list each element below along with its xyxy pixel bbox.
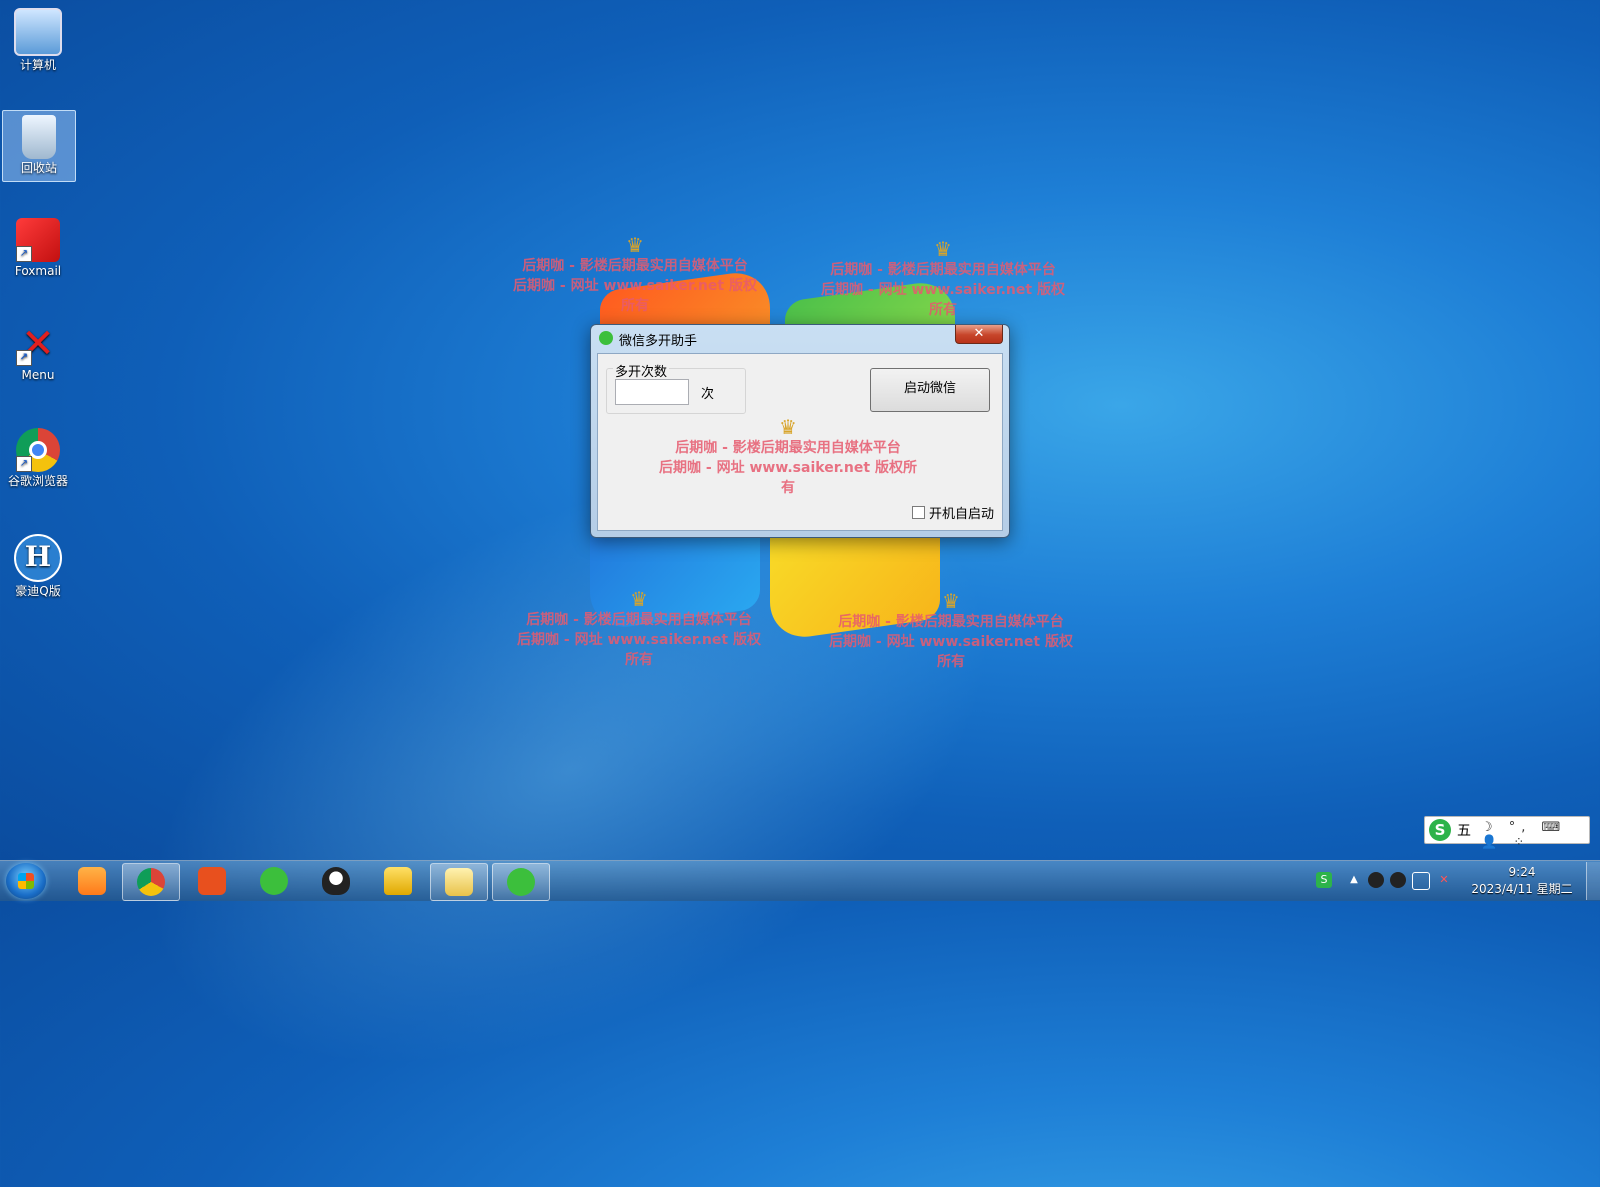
desktop-icon-label: 回收站 [20, 161, 57, 175]
watermark: ♛ 后期咖 - 影楼后期最实用自媒体平台 后期咖 - 网址 www.saiker… [512, 588, 766, 670]
taskbar-wechat[interactable] [246, 863, 302, 899]
desktop-icon-label: 计算机 [19, 58, 56, 72]
count-unit-label: 次 [701, 387, 715, 402]
play-icon [198, 867, 226, 895]
sogou-logo-icon[interactable]: S [1429, 819, 1451, 841]
watermark-line: 后期咖 - 网址 www.saiker.net 版权所有 [829, 634, 1073, 670]
watermark-line: 后期咖 - 影楼后期最实用自媒体平台 [522, 258, 748, 274]
dialog-titlebar[interactable]: 微信多开助手 ✕ [591, 325, 1009, 351]
open-count-group: 多开次数 次 [606, 361, 746, 414]
chrome-icon [137, 868, 165, 896]
shortcut-arrow-icon: ↗ [16, 456, 32, 472]
computer-icon [14, 8, 62, 56]
show-desktop-button[interactable] [1586, 862, 1600, 900]
desktop-icon-label: Menu [21, 368, 55, 382]
taskbar-explorer[interactable] [430, 863, 488, 901]
ime-mode[interactable]: 五 [1457, 820, 1471, 840]
recycle-bin-icon [22, 115, 56, 159]
shortcut-arrow-icon: ↗ [16, 246, 32, 262]
show-hidden-icons-chevron-icon[interactable]: ▲ [1346, 872, 1362, 888]
taskbar-wechat-running[interactable] [492, 863, 550, 901]
sogou-tray-icon[interactable]: S [1316, 872, 1332, 888]
system-tray: S ▲ ✕ [1316, 868, 1476, 894]
watermark-line: 后期咖 - 影楼后期最实用自媒体平台 [675, 440, 901, 456]
windows-logo-icon [18, 873, 34, 889]
watermark-line: 后期咖 - 网址 www.saiker.net 版权所有 [513, 278, 757, 314]
wechat-icon [507, 868, 535, 896]
crown-icon: ♛ [779, 415, 797, 439]
launch-wechat-button[interactable]: 启动微信 [870, 368, 990, 412]
desktop-icon-label: Foxmail [14, 264, 62, 278]
clock[interactable]: 9:24 2023/4/11 星期二 [1470, 864, 1574, 898]
desktop-icon-foxmail[interactable]: ↗ Foxmail [2, 214, 74, 284]
crown-icon: ♛ [942, 589, 960, 613]
red-x-icon: ✕ ↗ [16, 322, 60, 366]
desktop-icon-label: 豪迪Q版 [15, 584, 61, 598]
watermark: ♛ 后期咖 - 影楼后期最实用自媒体平台 后期咖 - 网址 www.saiker… [816, 238, 1070, 320]
volume-muted-icon[interactable]: ✕ [1436, 872, 1452, 888]
wechat-icon [260, 867, 288, 895]
watermark-line: 后期咖 - 影楼后期最实用自媒体平台 [838, 614, 1064, 630]
crown-icon: ♛ [626, 233, 644, 257]
dialog-client-area: 多开次数 次 启动微信 ♛ 后期咖 - 影楼后期最实用自媒体平台 后期咖 - 网… [597, 353, 1003, 531]
chrome-icon: ↗ [16, 428, 60, 472]
uc-browser-icon [78, 867, 106, 895]
watermark-line: 后期咖 - 影楼后期最实用自媒体平台 [830, 262, 1056, 278]
watermark-line: 后期咖 - 网址 www.saiker.net 版权所有 [821, 282, 1065, 318]
lock-icon [384, 867, 412, 895]
autostart-label: 开机自启动 [928, 507, 994, 522]
watermark: ♛ 后期咖 - 影楼后期最实用自媒体平台 后期咖 - 网址 www.saiker… [658, 416, 918, 498]
wechat-multi-open-dialog: 微信多开助手 ✕ 多开次数 次 启动微信 ♛ 后期咖 - 影楼后期最实用自媒体平… [590, 324, 1010, 538]
desktop-icon-label: 谷歌浏览器 [7, 474, 68, 488]
checkbox-box[interactable] [911, 506, 925, 519]
qq-tray-icon[interactable] [1390, 872, 1406, 888]
crown-icon: ♛ [630, 587, 648, 611]
desktop-icon-menu[interactable]: ✕ ↗ Menu [2, 318, 74, 388]
qq-penguin-icon [322, 867, 350, 895]
h-logo-icon: H [14, 534, 62, 582]
taskbar-uc-browser[interactable] [64, 863, 120, 899]
desktop-icon-haodi[interactable]: H 豪迪Q版 [2, 530, 74, 600]
taskbar-qq[interactable] [308, 863, 364, 899]
shortcut-arrow-icon: ↗ [16, 350, 32, 366]
watermark-line: 后期咖 - 影楼后期最实用自媒体平台 [526, 612, 752, 628]
open-count-label: 多开次数 [613, 361, 670, 380]
folder-icon [445, 868, 473, 896]
watermark-line: 后期咖 - 网址 www.saiker.net 版权所有 [517, 632, 761, 668]
open-count-input[interactable] [615, 379, 689, 405]
clock-time: 9:24 [1508, 865, 1536, 879]
watermark-line: 后期咖 - 网址 www.saiker.net 版权所有 [659, 460, 917, 496]
start-button[interactable] [6, 863, 46, 899]
taskbar-chrome[interactable] [122, 863, 180, 901]
taskbar-lock-app[interactable] [370, 863, 426, 899]
taskbar-video-app[interactable] [184, 863, 240, 899]
ime-tools[interactable]: ☽ °, ⌨ 👤 ⁘ [1481, 820, 1589, 850]
qq-tray-icon[interactable] [1368, 872, 1384, 888]
autostart-checkbox[interactable]: 开机自启动 [911, 503, 994, 522]
crown-icon: ♛ [934, 237, 952, 261]
foxmail-icon: ↗ [16, 218, 60, 262]
close-button[interactable]: ✕ [955, 325, 1003, 344]
desktop-icon-recycle-bin[interactable]: 回收站 [2, 110, 76, 182]
network-icon[interactable] [1412, 872, 1430, 890]
ime-toolbar[interactable]: S 五 ☽ °, ⌨ 👤 ⁘ [1424, 816, 1590, 850]
desktop-icon-computer[interactable]: 计算机 [2, 4, 74, 74]
dialog-title: 微信多开助手 [619, 334, 698, 349]
watermark: ♛ 后期咖 - 影楼后期最实用自媒体平台 后期咖 - 网址 www.saiker… [824, 590, 1078, 672]
watermark: ♛ 后期咖 - 影楼后期最实用自媒体平台 后期咖 - 网址 www.saiker… [508, 234, 762, 316]
desktop-icon-chrome[interactable]: ↗ 谷歌浏览器 [2, 424, 74, 494]
wechat-icon [599, 331, 613, 345]
clock-date: 2023/4/11 星期二 [1471, 882, 1573, 896]
